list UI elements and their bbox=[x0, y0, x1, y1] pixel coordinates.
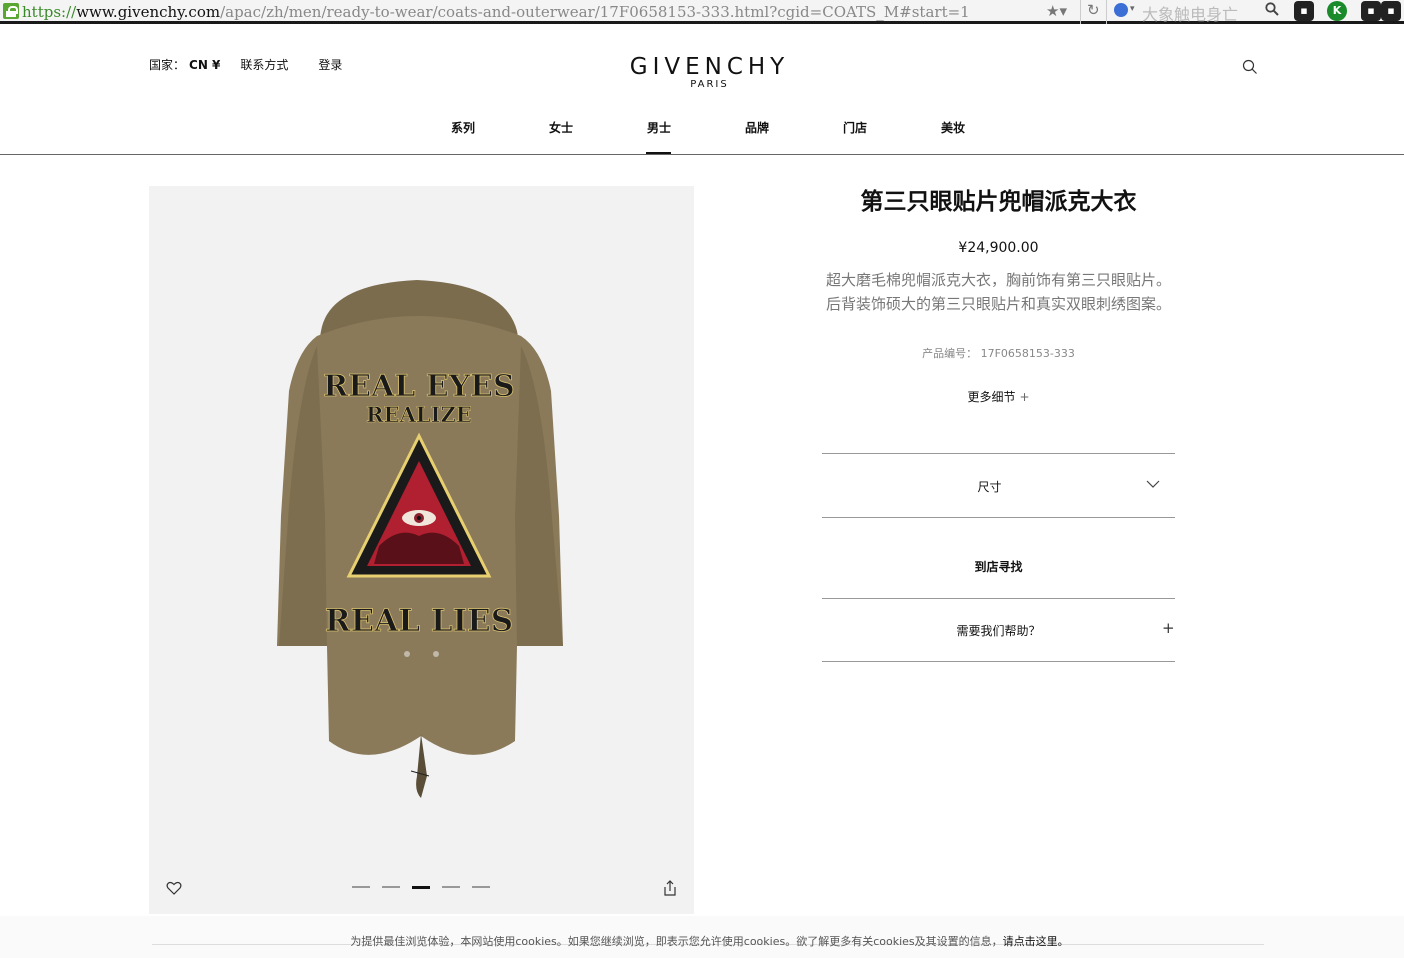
find-in-store-button[interactable]: 到店寻找 bbox=[822, 518, 1175, 598]
carousel-dot[interactable] bbox=[442, 886, 460, 888]
image-text-real-eyes: REAL EYES bbox=[323, 369, 514, 404]
more-details-button[interactable]: 更多细节 + bbox=[822, 388, 1175, 405]
cookie-more-link[interactable]: 请点击这里。 bbox=[1003, 935, 1069, 948]
image-text-realize: REALIZE bbox=[366, 402, 472, 427]
favorite-heart-icon[interactable] bbox=[166, 881, 182, 895]
site-search-icon[interactable] bbox=[1242, 59, 1258, 75]
k-extension-icon[interactable]: K bbox=[1327, 1, 1347, 21]
nav-item-beauty[interactable]: 美妆 bbox=[933, 120, 973, 155]
size-selector[interactable]: 尺寸 bbox=[822, 454, 1175, 517]
image-text-real-lies: REAL LIES bbox=[325, 603, 513, 639]
chat-extension-icon[interactable]: ▪ bbox=[1294, 1, 1314, 21]
divider bbox=[822, 661, 1175, 662]
address-bar[interactable]: https://www.givenchy.com/apac/zh/men/rea… bbox=[22, 2, 970, 22]
cookie-text: 为提供最佳浏览体验，本网站使用cookies。如果您继续浏览，即表示您允许使用c… bbox=[350, 935, 1003, 948]
url-scheme: https:// bbox=[22, 3, 77, 21]
need-help-toggle[interactable]: 需要我们帮助？ + bbox=[822, 599, 1175, 661]
cookie-message: 为提供最佳浏览体验，本网站使用cookies。如果您继续浏览，即表示您允许使用c… bbox=[0, 933, 1404, 949]
logo-wordmark: GIVENCHY bbox=[629, 54, 790, 80]
share-icon[interactable] bbox=[663, 880, 677, 896]
toolbar-divider bbox=[1080, 0, 1081, 24]
chevron-down-icon bbox=[1146, 480, 1160, 488]
carousel-dot[interactable] bbox=[352, 886, 370, 888]
product-title: 第三只眼贴片兜帽派克大衣 bbox=[860, 189, 1137, 215]
logo-subtitle: PARIS bbox=[690, 79, 729, 90]
bookmark-star-icon[interactable]: ★▾ bbox=[1046, 2, 1067, 20]
url-host: www.givenchy.com bbox=[76, 3, 221, 21]
plus-icon: + bbox=[1019, 390, 1030, 404]
url-path: /apac/zh/men/ready-to-wear/coats-and-out… bbox=[220, 3, 970, 21]
brand-logo[interactable]: GIVENCHY PARIS bbox=[0, 55, 1404, 90]
more-details-label: 更多细节 bbox=[967, 390, 1016, 404]
need-help-label: 需要我们帮助？ bbox=[956, 624, 1041, 638]
product-description: 超大磨毛棉兜帽派克大衣，胸前饰有第三只眼贴片。后背装饰硕大的第三只眼贴片和真实双… bbox=[825, 271, 1171, 313]
size-label: 尺寸 bbox=[977, 480, 1002, 494]
menu-extension-icon[interactable]: ▪ bbox=[1381, 1, 1401, 21]
carousel-dot[interactable] bbox=[472, 886, 490, 888]
nav-item-collections[interactable]: 系列 bbox=[443, 120, 483, 155]
toolbar-divider bbox=[1106, 0, 1107, 24]
product-code: 产品编号： 17F0658153-333 bbox=[922, 347, 1075, 360]
search-icon[interactable] bbox=[1265, 2, 1279, 20]
find-in-store-label: 到店寻找 bbox=[974, 560, 1023, 574]
nav-item-stores[interactable]: 门店 bbox=[835, 120, 875, 155]
cookie-banner: 为提供最佳浏览体验，本网站使用cookies。如果您继续浏览，即表示您允许使用c… bbox=[0, 916, 1404, 958]
nav-divider bbox=[0, 154, 1404, 155]
browser-toolbar: https://www.givenchy.com/apac/zh/men/rea… bbox=[0, 0, 1404, 24]
search-engine-icon[interactable] bbox=[1114, 3, 1128, 17]
secure-lock-icon[interactable] bbox=[3, 3, 19, 19]
main-navigation: 系列 女士 男士 品牌 门店 美妆 bbox=[0, 120, 1404, 155]
carousel-dot[interactable] bbox=[382, 886, 400, 888]
plus-icon: + bbox=[1162, 619, 1175, 637]
nav-item-women[interactable]: 女士 bbox=[541, 120, 581, 155]
nav-item-men[interactable]: 男士 bbox=[639, 120, 679, 155]
carousel-dot-active[interactable] bbox=[412, 886, 430, 889]
product-image: REAL EYES REALIZE REAL LIES bbox=[277, 280, 563, 798]
refresh-icon[interactable]: ↻ bbox=[1087, 1, 1100, 19]
search-engine-dropdown-icon[interactable]: ▾ bbox=[1130, 4, 1135, 14]
image-carousel-dots bbox=[352, 886, 490, 889]
nav-item-brand[interactable]: 品牌 bbox=[737, 120, 777, 155]
lock-extension-icon[interactable]: ▪ bbox=[1361, 1, 1381, 21]
product-image-panel[interactable]: REAL EYES REALIZE REAL LIES bbox=[149, 186, 694, 914]
browser-search-input[interactable]: 大象触电身亡 bbox=[1142, 1, 1238, 25]
product-price: ¥24,900.00 bbox=[958, 240, 1039, 256]
